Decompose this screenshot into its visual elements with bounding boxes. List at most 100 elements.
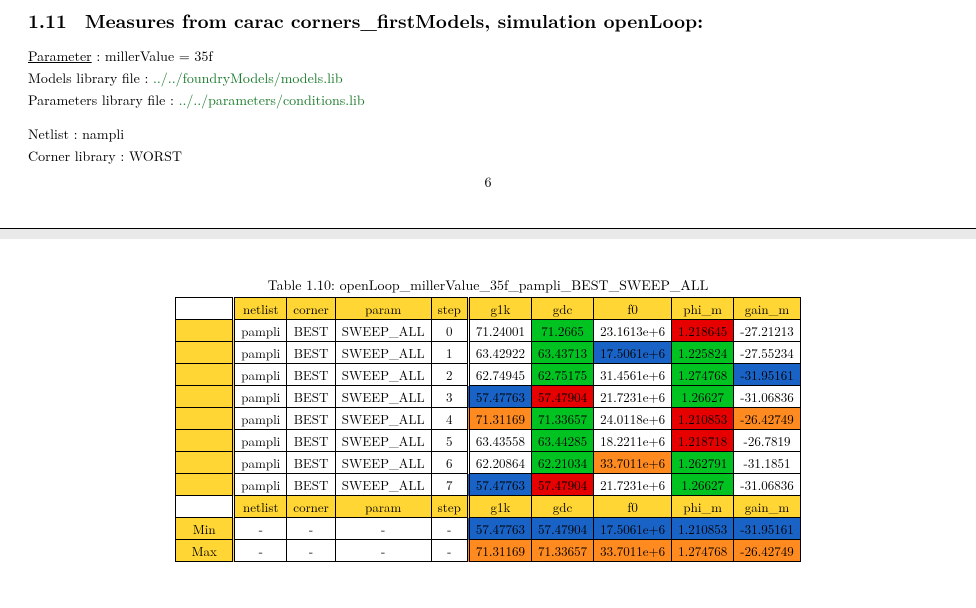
table-cell: 21.7231e+6 — [594, 386, 672, 408]
section-header-block: 1.11Measures from carac corners_firstMod… — [0, 0, 976, 202]
params-lib-label: Parameters library file : — [28, 90, 174, 110]
models-lib-path[interactable]: ../../foundryModels/models.lib — [153, 68, 343, 88]
table-cell: 57.47904 — [531, 474, 593, 496]
max-gain_m: -26.42749 — [734, 540, 800, 562]
min-gdc: 57.47904 — [531, 518, 593, 540]
table-cell: 24.0118e+6 — [594, 408, 672, 430]
col-gdc: gdc — [531, 496, 593, 518]
min-g1k: 57.47763 — [468, 518, 531, 540]
min-netlist: - — [234, 518, 287, 540]
table-cell: -31.95161 — [734, 364, 800, 386]
table-cell: 1.210853 — [672, 408, 734, 430]
table-cell — [176, 408, 234, 430]
table-cell: 0 — [431, 320, 468, 342]
max-netlist: - — [234, 540, 287, 562]
table-cell: pampli — [234, 320, 287, 342]
table-cell: -27.55234 — [734, 342, 800, 364]
min-corner: - — [287, 518, 335, 540]
table-cell: 71.31169 — [468, 408, 531, 430]
table-cell: 1.218645 — [672, 320, 734, 342]
table-cell: 6 — [431, 452, 468, 474]
table-cell — [176, 364, 234, 386]
table-row: pampliBESTSWEEP_ALL662.2086462.2103433.7… — [176, 452, 800, 474]
parameter-label: Parameter — [28, 46, 92, 66]
table-cell: 31.4561e+6 — [594, 364, 672, 386]
table-cell: 1.26627 — [672, 386, 734, 408]
table-cell: SWEEP_ALL — [335, 342, 431, 364]
table-cell: 33.7011e+6 — [594, 452, 672, 474]
table-cell: 17.5061e+6 — [594, 342, 672, 364]
min-label: Min — [176, 518, 234, 540]
col-f0: f0 — [594, 298, 672, 320]
table-cell: 63.43713 — [531, 342, 593, 364]
col-phi_m: phi_m — [672, 298, 734, 320]
params-lib-line: Parameters library file : ../../paramete… — [28, 90, 948, 110]
table-cell — [176, 342, 234, 364]
table-cell: 3 — [431, 386, 468, 408]
table-row: pampliBESTSWEEP_ALL563.4355863.4428518.2… — [176, 430, 800, 452]
col-netlist: netlist — [234, 298, 287, 320]
table-cell: 1 — [431, 342, 468, 364]
table-cell: 1.218718 — [672, 430, 734, 452]
table-cell: pampli — [234, 452, 287, 474]
max-label: Max — [176, 540, 234, 562]
table-row: pampliBESTSWEEP_ALL471.3116971.3365724.0… — [176, 408, 800, 430]
max-corner: - — [287, 540, 335, 562]
section-heading: 1.11Measures from carac corners_firstMod… — [28, 6, 948, 34]
table-block: Table 1.10: openLoop_millerValue_35f_pam… — [0, 275, 976, 582]
col-param: param — [335, 298, 431, 320]
table-cell: SWEEP_ALL — [335, 408, 431, 430]
table-cell: 5 — [431, 430, 468, 452]
table-cell: BEST — [287, 408, 335, 430]
table-cell: 62.74945 — [468, 364, 531, 386]
table-caption: Table 1.10: openLoop_millerValue_35f_pam… — [28, 275, 948, 295]
header-blank — [176, 496, 234, 518]
table-cell — [176, 386, 234, 408]
max-g1k: 71.31169 — [468, 540, 531, 562]
max-gdc: 71.33657 — [531, 540, 593, 562]
col-g1k: g1k — [468, 496, 531, 518]
table-cell: 1.225824 — [672, 342, 734, 364]
min-f0: 17.5061e+6 — [594, 518, 672, 540]
table-cell: -27.21213 — [734, 320, 800, 342]
table-cell: -31.1851 — [734, 452, 800, 474]
table-cell: SWEEP_ALL — [335, 364, 431, 386]
table-cell: BEST — [287, 342, 335, 364]
col-gdc: gdc — [531, 298, 593, 320]
table-cell: SWEEP_ALL — [335, 474, 431, 496]
table-cell: SWEEP_ALL — [335, 452, 431, 474]
table-cell: pampli — [234, 408, 287, 430]
table-row: pampliBESTSWEEP_ALL357.4776357.4790421.7… — [176, 386, 800, 408]
summary-min-row: Min - - - - 57.47763 57.47904 17.5061e+6… — [176, 518, 800, 540]
table-cell — [176, 474, 234, 496]
table-cell: 63.44285 — [531, 430, 593, 452]
table-cell: -26.7819 — [734, 430, 800, 452]
col-f0: f0 — [594, 496, 672, 518]
max-step: - — [431, 540, 468, 562]
col-step: step — [431, 496, 468, 518]
table-cell: 62.20864 — [468, 452, 531, 474]
table-cell: BEST — [287, 386, 335, 408]
corner-lib-line: Corner library : WORST — [28, 146, 948, 166]
col-phi_m: phi_m — [672, 496, 734, 518]
document-page: 1.11Measures from carac corners_firstMod… — [0, 0, 976, 582]
table-header-row-repeat: netlist corner param step g1k gdc f0 phi… — [176, 496, 800, 518]
table-cell: -26.42749 — [734, 408, 800, 430]
max-param: - — [335, 540, 431, 562]
page-number: 6 — [28, 172, 948, 192]
min-gain_m: -31.95161 — [734, 518, 800, 540]
max-f0: 33.7011e+6 — [594, 540, 672, 562]
table-cell — [176, 452, 234, 474]
table-row: pampliBESTSWEEP_ALL071.2400171.266523.16… — [176, 320, 800, 342]
table-cell: 62.75175 — [531, 364, 593, 386]
table-cell: 1.26627 — [672, 474, 734, 496]
col-corner: corner — [287, 496, 335, 518]
table-cell: 62.21034 — [531, 452, 593, 474]
table-cell: 57.47763 — [468, 386, 531, 408]
table-cell: pampli — [234, 386, 287, 408]
table-cell: pampli — [234, 430, 287, 452]
table-cell: BEST — [287, 474, 335, 496]
page-separator-shadow — [0, 229, 976, 239]
col-corner: corner — [287, 298, 335, 320]
params-lib-path[interactable]: ../../parameters/conditions.lib — [179, 90, 365, 110]
